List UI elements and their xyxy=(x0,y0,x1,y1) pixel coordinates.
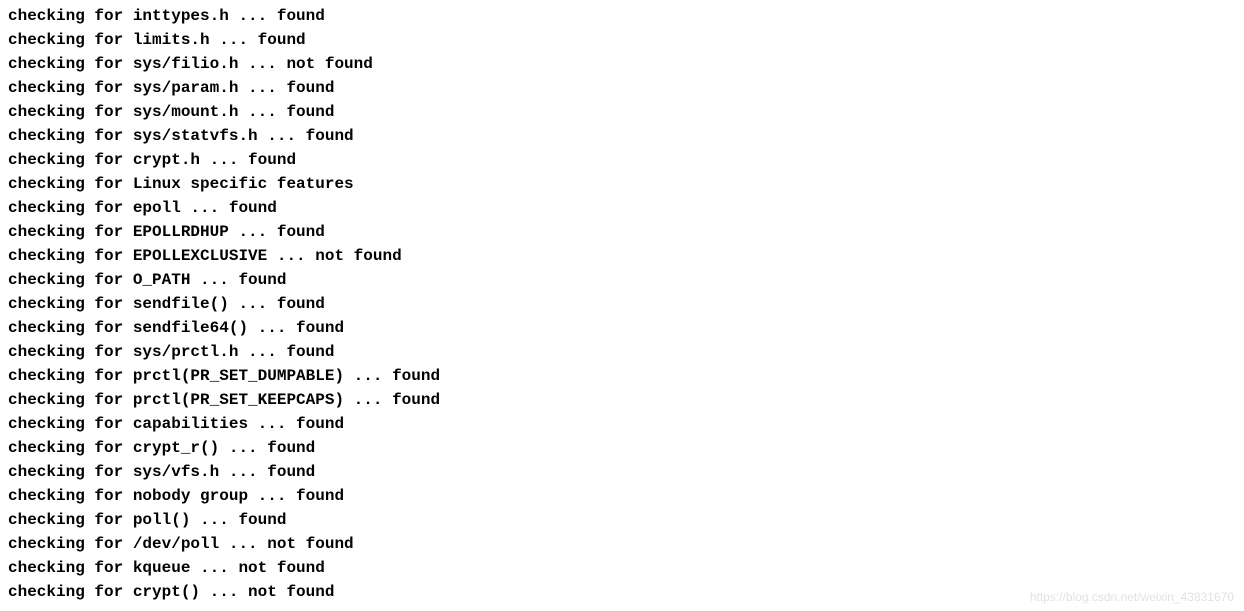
terminal-line: checking for inttypes.h ... found xyxy=(8,4,1236,28)
terminal-line: checking for /dev/poll ... not found xyxy=(8,532,1236,556)
terminal-line: checking for prctl(PR_SET_KEEPCAPS) ... … xyxy=(8,388,1236,412)
terminal-line: checking for crypt_r() ... found xyxy=(8,436,1236,460)
terminal-line: checking for poll() ... found xyxy=(8,508,1236,532)
terminal-line: checking for EPOLLEXCLUSIVE ... not foun… xyxy=(8,244,1236,268)
terminal-line: checking for sys/statvfs.h ... found xyxy=(8,124,1236,148)
terminal-line: checking for Linux specific features xyxy=(8,172,1236,196)
terminal-line: checking for sys/param.h ... found xyxy=(8,76,1236,100)
watermark-text: https://blog.csdn.net/weixin_43831670 xyxy=(1030,588,1234,606)
terminal-line: checking for sendfile() ... found xyxy=(8,292,1236,316)
terminal-line: checking for sys/prctl.h ... found xyxy=(8,340,1236,364)
terminal-line: checking for prctl(PR_SET_DUMPABLE) ... … xyxy=(8,364,1236,388)
terminal-line: checking for epoll ... found xyxy=(8,196,1236,220)
terminal-output: checking for inttypes.h ... foundcheckin… xyxy=(8,4,1236,604)
terminal-line: checking for O_PATH ... found xyxy=(8,268,1236,292)
terminal-line: checking for nobody group ... found xyxy=(8,484,1236,508)
terminal-line: checking for crypt.h ... found xyxy=(8,148,1236,172)
terminal-line: checking for capabilities ... found xyxy=(8,412,1236,436)
terminal-line: checking for sys/vfs.h ... found xyxy=(8,460,1236,484)
terminal-line: checking for sendfile64() ... found xyxy=(8,316,1236,340)
terminal-line: checking for EPOLLRDHUP ... found xyxy=(8,220,1236,244)
terminal-line: checking for kqueue ... not found xyxy=(8,556,1236,580)
terminal-line: checking for sys/filio.h ... not found xyxy=(8,52,1236,76)
terminal-line: checking for sys/mount.h ... found xyxy=(8,100,1236,124)
terminal-line: checking for limits.h ... found xyxy=(8,28,1236,52)
